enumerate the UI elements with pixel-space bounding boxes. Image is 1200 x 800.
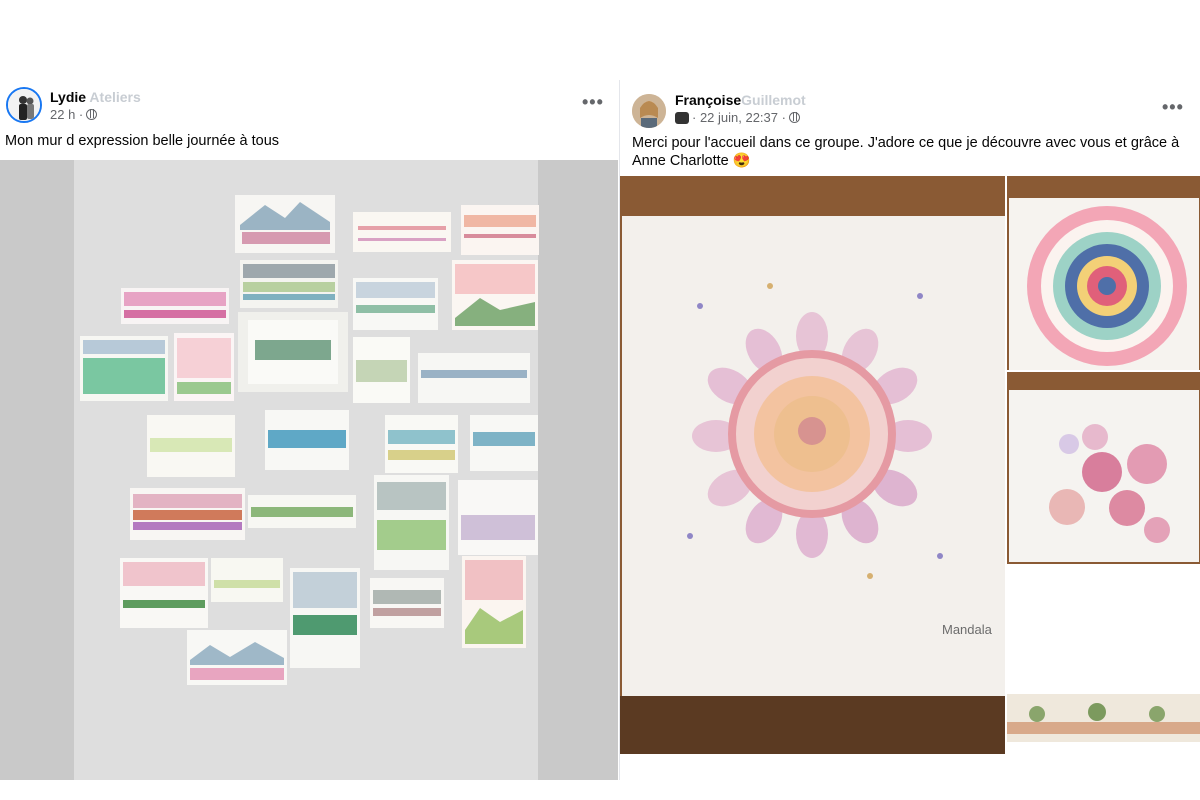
post-lydie: Lydie Ateliers 22 h · ••• Mon mur d expr…	[0, 80, 618, 780]
avatar-image	[632, 94, 666, 128]
group-badge-icon	[675, 111, 689, 124]
author-last-name[interactable]: Guillemot	[741, 92, 806, 108]
watercolor-wall-image	[0, 160, 618, 780]
mandala-thumbnail-image	[1007, 176, 1200, 370]
author-name[interactable]: FrançoiseGuillemot	[675, 92, 806, 108]
globe-icon	[788, 112, 800, 123]
post-photo-thumb-2[interactable]	[1007, 372, 1200, 564]
post-body: Merci pour l'accueil dans ce groupe. J'a…	[632, 135, 1180, 169]
post-body: Mon mur d expression belle journée à tou…	[5, 133, 280, 149]
more-options-icon[interactable]: •••	[582, 92, 604, 113]
post-photo-thumb-3[interactable]	[1007, 694, 1200, 742]
profile-avatar[interactable]	[632, 94, 666, 128]
post-photo-main[interactable]: Mandala	[620, 176, 1005, 754]
post-header: Lydie Ateliers 22 h · •••	[0, 80, 618, 130]
globe-icon	[86, 109, 98, 120]
profile-avatar[interactable]	[6, 87, 42, 123]
mandala-painting-image: Mandala	[620, 176, 1005, 754]
post-francoise: FrançoiseGuillemot · 22 juin, 22:37 · ••…	[619, 80, 1200, 780]
author-first-name[interactable]: Lydie	[50, 89, 86, 105]
post-photo-thumb-1[interactable]	[1007, 176, 1200, 370]
landscape-strip-image	[1007, 694, 1200, 742]
photo-caption: Mandala	[942, 622, 993, 637]
post-meta: 22 h ·	[50, 107, 98, 122]
post-meta: · 22 juin, 22:37 ·	[675, 110, 800, 125]
avatar-image	[8, 89, 40, 121]
flowers-thumbnail-image	[1007, 372, 1200, 564]
post-time[interactable]: · 22 juin, 22:37 ·	[692, 110, 786, 125]
more-options-icon[interactable]: •••	[1162, 97, 1184, 118]
post-header: FrançoiseGuillemot · 22 juin, 22:37 · ••…	[620, 80, 1200, 130]
post-photo-wall[interactable]	[0, 160, 618, 780]
author-last-name[interactable]: Ateliers	[89, 89, 140, 105]
post-time[interactable]: 22 h ·	[50, 107, 83, 122]
author-name[interactable]: Lydie Ateliers	[50, 89, 141, 105]
author-first-name[interactable]: Françoise	[675, 92, 741, 108]
